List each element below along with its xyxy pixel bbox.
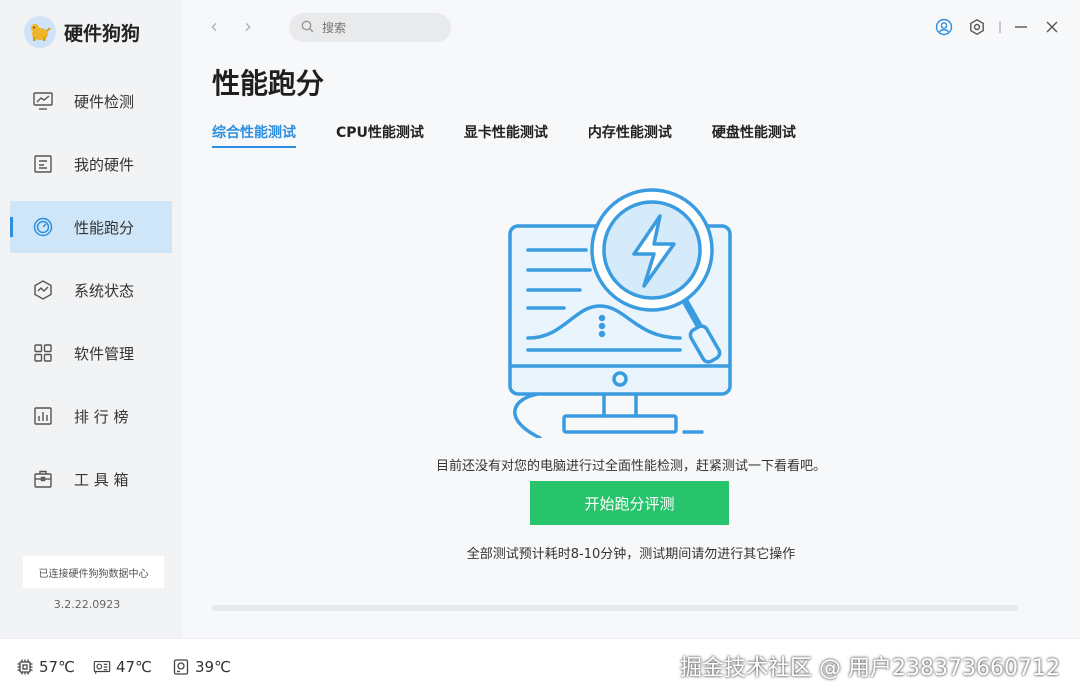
search-input[interactable] — [322, 20, 442, 35]
gpu-temp: 47℃ — [93, 658, 152, 676]
sidebar-item-label: 我的硬件 — [74, 155, 135, 174]
gpu-temp-value: 47℃ — [116, 658, 152, 676]
system-status-icon — [32, 279, 54, 301]
sidebar-item-label: 软件管理 — [74, 344, 135, 363]
cpu-temp: 57℃ — [16, 658, 75, 676]
divider-icon — [989, 16, 1011, 38]
sidebar-item-benchmark[interactable]: 性能跑分 — [10, 201, 172, 253]
sidebar-item-software[interactable]: 软件管理 — [10, 327, 172, 379]
disk-temp: 39℃ — [172, 658, 231, 676]
sidebar-item-label: 硬件检测 — [74, 92, 135, 111]
tab-disk[interactable]: 硬盘性能测试 — [712, 122, 796, 148]
sidebar-item-toolbox[interactable]: 工 具 箱 — [10, 453, 172, 505]
app-version: 3.2.22.0923 — [53, 598, 121, 611]
data-center-status[interactable]: 已连接硬件狗狗数据中心 — [23, 556, 164, 588]
brand: 硬件狗狗 — [24, 16, 140, 48]
tab-gpu[interactable]: 显卡性能测试 — [464, 122, 548, 148]
gpu-card-icon — [93, 658, 111, 676]
speedometer-icon — [32, 216, 54, 238]
dog-logo-icon — [24, 16, 56, 48]
apps-grid-icon — [32, 342, 54, 364]
user-icon[interactable] — [933, 16, 955, 38]
disk-temp-value: 39℃ — [195, 658, 231, 676]
sidebar-item-ranking[interactable]: 排 行 榜 — [10, 390, 172, 442]
sidebar-item-label: 排 行 榜 — [74, 407, 129, 426]
toolbox-icon — [32, 468, 54, 490]
tab-cpu[interactable]: CPU性能测试 — [336, 122, 424, 148]
ranking-icon — [32, 405, 54, 427]
tab-memory[interactable]: 内存性能测试 — [588, 122, 672, 148]
sidebar-item-label: 工 具 箱 — [74, 470, 129, 489]
cpu-temp-value: 57℃ — [39, 658, 75, 676]
app-name: 硬件狗狗 — [64, 22, 141, 45]
search-icon — [301, 18, 314, 37]
duration-note: 全部测试预计耗时8-10分钟，测试期间请勿进行其它操作 — [466, 547, 796, 562]
sidebar-item-label: 系统状态 — [74, 281, 135, 300]
watermark: 掘金技术社区 @ 用户238373660712 — [680, 656, 1060, 681]
forward-arrow-icon[interactable]: › — [238, 14, 258, 38]
back-arrow-icon[interactable]: ‹ — [204, 14, 224, 38]
empty-state-message: 目前还没有对您的电脑进行过全面性能检测，赶紧测试一下看看吧。 — [435, 459, 826, 474]
status-bar: 57℃ 47℃ 39℃ 掘金技术社区 @ 用户238373660712 — [0, 638, 1080, 697]
tab-overall[interactable]: 综合性能测试 — [212, 122, 296, 148]
disk-drive-icon — [172, 658, 190, 676]
sidebar-item-label: 性能跑分 — [74, 218, 135, 237]
main-panel: ‹ › 性能跑分 综合性能测试 CPU性能测试 显卡性能测试 内存性能测试 硬盘… — [182, 0, 1080, 638]
page-title: 性能跑分 — [212, 67, 325, 100]
sidebar-item-hardware-detect[interactable]: 硬件检测 — [10, 75, 172, 127]
start-benchmark-button[interactable]: 开始跑分评测 — [530, 481, 729, 525]
monitor-chart-icon — [32, 90, 54, 112]
sidebar-item-my-hardware[interactable]: 我的硬件 — [10, 138, 172, 190]
cpu-chip-icon — [16, 658, 34, 676]
benchmark-tabs: 综合性能测试 CPU性能测试 显卡性能测试 内存性能测试 硬盘性能测试 — [212, 122, 836, 148]
hardware-board-icon — [32, 153, 54, 175]
close-icon[interactable] — [1041, 16, 1063, 38]
settings-gear-icon[interactable] — [966, 16, 988, 38]
search-box[interactable] — [289, 13, 451, 42]
minimize-icon[interactable] — [1010, 16, 1032, 38]
sidebar-item-system-status[interactable]: 系统状态 — [10, 264, 172, 316]
sidebar-nav: 硬件检测 我的硬件 性能跑分 系统状态 软件管理 排 行 榜 工 具 箱 — [10, 75, 172, 516]
progress-track — [212, 605, 1018, 611]
sidebar: 硬件狗狗 硬件检测 我的硬件 性能跑分 系统状态 软件管理 排 行 榜 工 具 … — [0, 0, 182, 638]
benchmark-illustration — [494, 188, 764, 442]
